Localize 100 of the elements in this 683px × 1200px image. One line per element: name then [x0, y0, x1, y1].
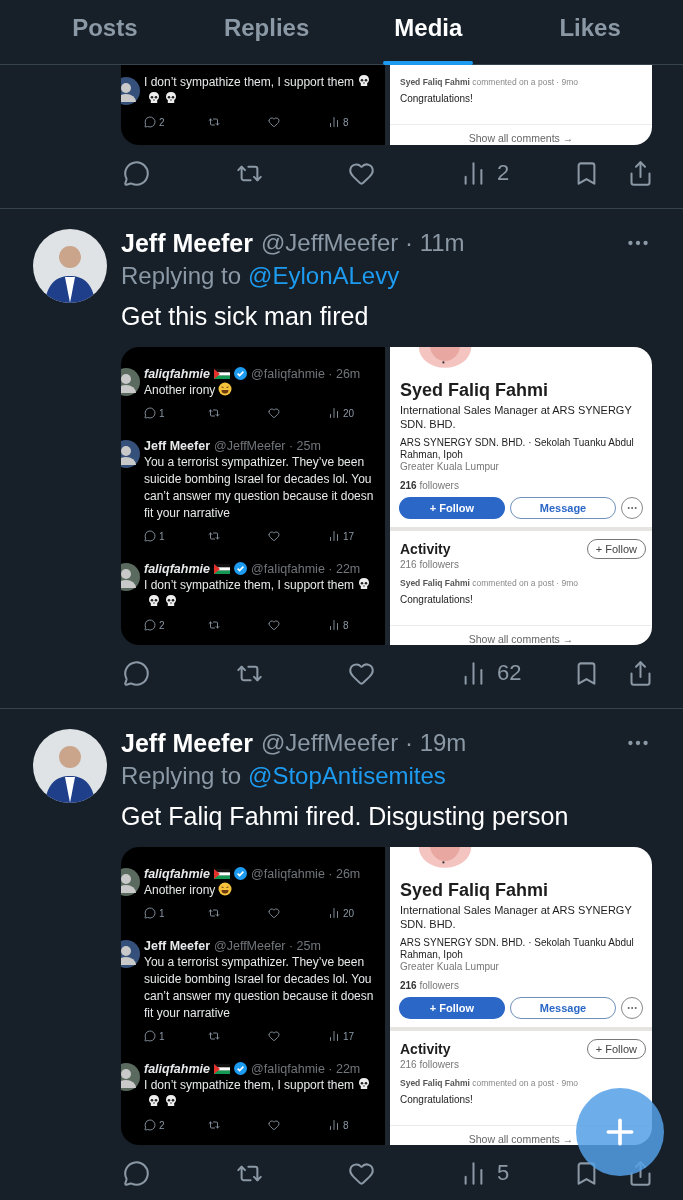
- activity-line: Syed Faliq Fahmi commented on a post · 9mo: [400, 578, 580, 589]
- profile-name: Syed Faliq Fahmi: [400, 878, 550, 901]
- view-count: 8: [343, 1119, 349, 1131]
- message-button[interactable]: Message: [510, 496, 616, 519]
- tweet-text: I don’t sympathize them, I support them: [144, 1078, 355, 1092]
- tab[interactable]: Media: [347, 0, 510, 64]
- profile-location: Greater Kuala Lumpur: [400, 460, 500, 473]
- reply-icon[interactable]: [123, 1159, 150, 1187]
- reply-count: 1: [159, 1030, 165, 1042]
- activity-title: Activity: [400, 1041, 451, 1058]
- share-icon[interactable]: [627, 159, 654, 187]
- author-name: Jeff Meefer: [144, 438, 210, 453]
- repost-icon: [208, 619, 220, 631]
- view-count: 20: [343, 907, 355, 919]
- reply-count: 2: [159, 116, 165, 128]
- like-icon: [268, 1119, 280, 1131]
- author-name: Jeff Meefer: [121, 228, 253, 258]
- show-comments-link[interactable]: Show all comments →: [468, 1133, 574, 1145]
- tweet-text: You a terrorist sympathizer. They’ve been suicide bombing Israel for decades lol. You can’t answer my question because it doesn fit your narrative: [144, 955, 374, 1020]
- reply-icon: [144, 116, 156, 128]
- post-text: Get Faliq Fahmi fired. Disgusting person: [121, 801, 570, 832]
- views-icon: [328, 1030, 340, 1042]
- follow-button[interactable]: + Follow: [399, 496, 505, 519]
- author-handle: @JeffMeefer · 25m: [214, 438, 321, 453]
- tab[interactable]: Likes: [509, 0, 671, 64]
- show-comments-link[interactable]: Show all comments →: [468, 633, 574, 645]
- tweet-text: Another irony: [144, 883, 216, 897]
- show-comments-link[interactable]: Show all comments →: [468, 132, 574, 144]
- author-name: faliqfahmie: [144, 561, 210, 576]
- profile-headline: International Sales Manager at ARS SYNERGY SDN. BHD.: [400, 902, 633, 931]
- view-count: 8: [343, 116, 349, 128]
- author-handle: @faIiqfahmie · 22m: [251, 561, 361, 576]
- reply-icon[interactable]: [123, 159, 150, 187]
- follow-button[interactable]: + Follow: [586, 1039, 646, 1060]
- repost-icon: [208, 116, 220, 128]
- author-handle: @JeffMeefer · 25m: [214, 938, 321, 953]
- more-button[interactable]: [621, 996, 643, 1019]
- message-button[interactable]: Message: [510, 996, 616, 1019]
- reply-icon: [144, 907, 156, 919]
- author-handle: @JeffMeefer · 19m: [261, 729, 467, 757]
- reply-icon: [144, 530, 156, 542]
- tweet-text: You a terrorist sympathizer. They’ve been suicide bombing Israel for decades lol. You can’t answer my question because it doesn fit your narrative: [144, 455, 374, 520]
- post-text: Get this sick man fired: [121, 301, 370, 332]
- tab[interactable]: Posts: [24, 0, 186, 64]
- repost-icon: [208, 530, 220, 542]
- view-count: 17: [343, 1030, 355, 1042]
- author-handle: @faIiqfahmie · 26m: [251, 866, 361, 881]
- profile-details: ARS SYNERGY SDN. BHD. · Sekolah Tuanku Abdul Rahman, Ipoh: [400, 936, 635, 961]
- like-icon: [268, 116, 280, 128]
- views-icon: [328, 619, 340, 631]
- reply-count: 2: [159, 1119, 165, 1131]
- like-icon: [268, 530, 280, 542]
- comment-text: Congratulations!: [400, 1094, 474, 1106]
- follow-button[interactable]: + Follow: [586, 539, 646, 560]
- repost-icon: [208, 407, 220, 419]
- reply-icon: [144, 1030, 156, 1042]
- views-icon: [328, 907, 340, 919]
- view-count: 17: [343, 530, 355, 542]
- view-count: 62: [497, 660, 522, 686]
- author-name: faliqfahmie: [144, 1061, 210, 1076]
- reply-count: 2: [159, 619, 165, 631]
- profile-headline: International Sales Manager at ARS SYNERGY SDN. BHD.: [400, 402, 633, 431]
- like-icon: [268, 907, 280, 919]
- replying-label: Replying to: [121, 762, 242, 790]
- views-icon: [328, 530, 340, 542]
- replying-label: Replying to: [121, 262, 242, 290]
- activity-line: Syed Faliq Fahmi commented on a post · 9mo: [400, 1078, 580, 1089]
- more-button[interactable]: [621, 496, 643, 519]
- activity-title: Activity: [400, 541, 451, 558]
- follower-count: 216 followers: [400, 1059, 460, 1071]
- tab[interactable]: Replies: [185, 0, 348, 64]
- repost-icon: [208, 1030, 220, 1042]
- views-icon: [328, 407, 340, 419]
- mention-link[interactable]: @EylonALevy: [248, 262, 400, 290]
- follower-count: 216 followers: [400, 479, 460, 492]
- author-name: faliqfahmie: [144, 866, 210, 881]
- comment-text: Congratulations!: [400, 594, 474, 606]
- reply-count: 1: [159, 530, 165, 542]
- like-icon: [268, 619, 280, 631]
- view-count: 8: [343, 619, 349, 631]
- mention-link[interactable]: @StopAntisemites: [248, 762, 446, 790]
- view-count: 5: [497, 1160, 510, 1186]
- tweet-text: I don’t sympathize them, I support them: [144, 578, 355, 592]
- reply-icon: [144, 619, 156, 631]
- views-icon: [328, 116, 340, 128]
- follower-count: 216 followers: [400, 559, 460, 571]
- author-name: Jeff Meefer: [144, 938, 210, 953]
- tweet-text: I don’t sympathize them, I support them: [144, 75, 355, 89]
- like-icon: [268, 1030, 280, 1042]
- author-handle: @faIiqfahmie · 26m: [251, 366, 361, 381]
- share-icon[interactable]: [627, 659, 654, 687]
- repost-icon: [208, 907, 220, 919]
- follow-button[interactable]: + Follow: [399, 996, 505, 1019]
- view-count: 2: [497, 160, 510, 186]
- author-name: Jeff Meefer: [121, 728, 253, 758]
- reply-count: 1: [159, 907, 165, 919]
- reply-count: 1: [159, 407, 165, 419]
- reply-icon[interactable]: [123, 659, 150, 687]
- views-icon: [328, 1119, 340, 1131]
- tweet-text: Another irony: [144, 383, 216, 397]
